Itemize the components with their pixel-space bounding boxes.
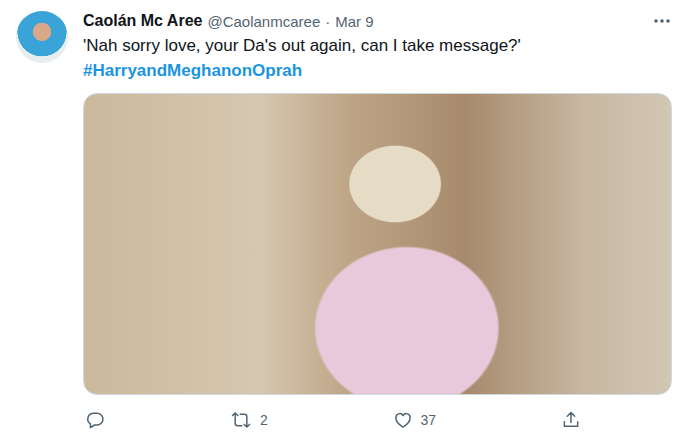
tweet-text: 'Nah sorry love, your Da's out again, ca… [83, 34, 672, 58]
retweet-action[interactable]: 2 [230, 408, 268, 432]
tweet-date[interactable]: Mar 9 [335, 13, 373, 30]
separator: · [325, 13, 330, 30]
tweet-content: Caolán Mc Aree @Caolanmcaree · Mar 9 'Nah so… [83, 11, 672, 438]
photo[interactable] [83, 93, 672, 395]
tweet: Caolán Mc Aree @Caolanmcaree · Mar 9 'Nah so… [0, 0, 690, 438]
more-icon[interactable] [652, 11, 672, 31]
retweet-count: 2 [260, 412, 268, 428]
share-action[interactable] [561, 408, 581, 432]
action-bar: 2 37 [83, 408, 581, 432]
reply-action[interactable] [85, 408, 105, 432]
hashtag[interactable]: #HarryandMeghanonOprah [83, 59, 672, 83]
avatar[interactable] [16, 11, 68, 63]
like-action[interactable]: 37 [393, 408, 437, 432]
heart-icon[interactable] [393, 410, 413, 430]
share-icon[interactable] [561, 410, 581, 430]
author-handle[interactable]: @Caolanmcaree [207, 13, 320, 30]
tweet-header: Caolán Mc Aree @Caolanmcaree · Mar 9 [83, 11, 672, 31]
author-name[interactable]: Caolán Mc Aree [83, 12, 202, 30]
reply-icon[interactable] [85, 410, 105, 430]
retweet-icon[interactable] [230, 410, 252, 430]
like-count: 37 [421, 412, 437, 428]
